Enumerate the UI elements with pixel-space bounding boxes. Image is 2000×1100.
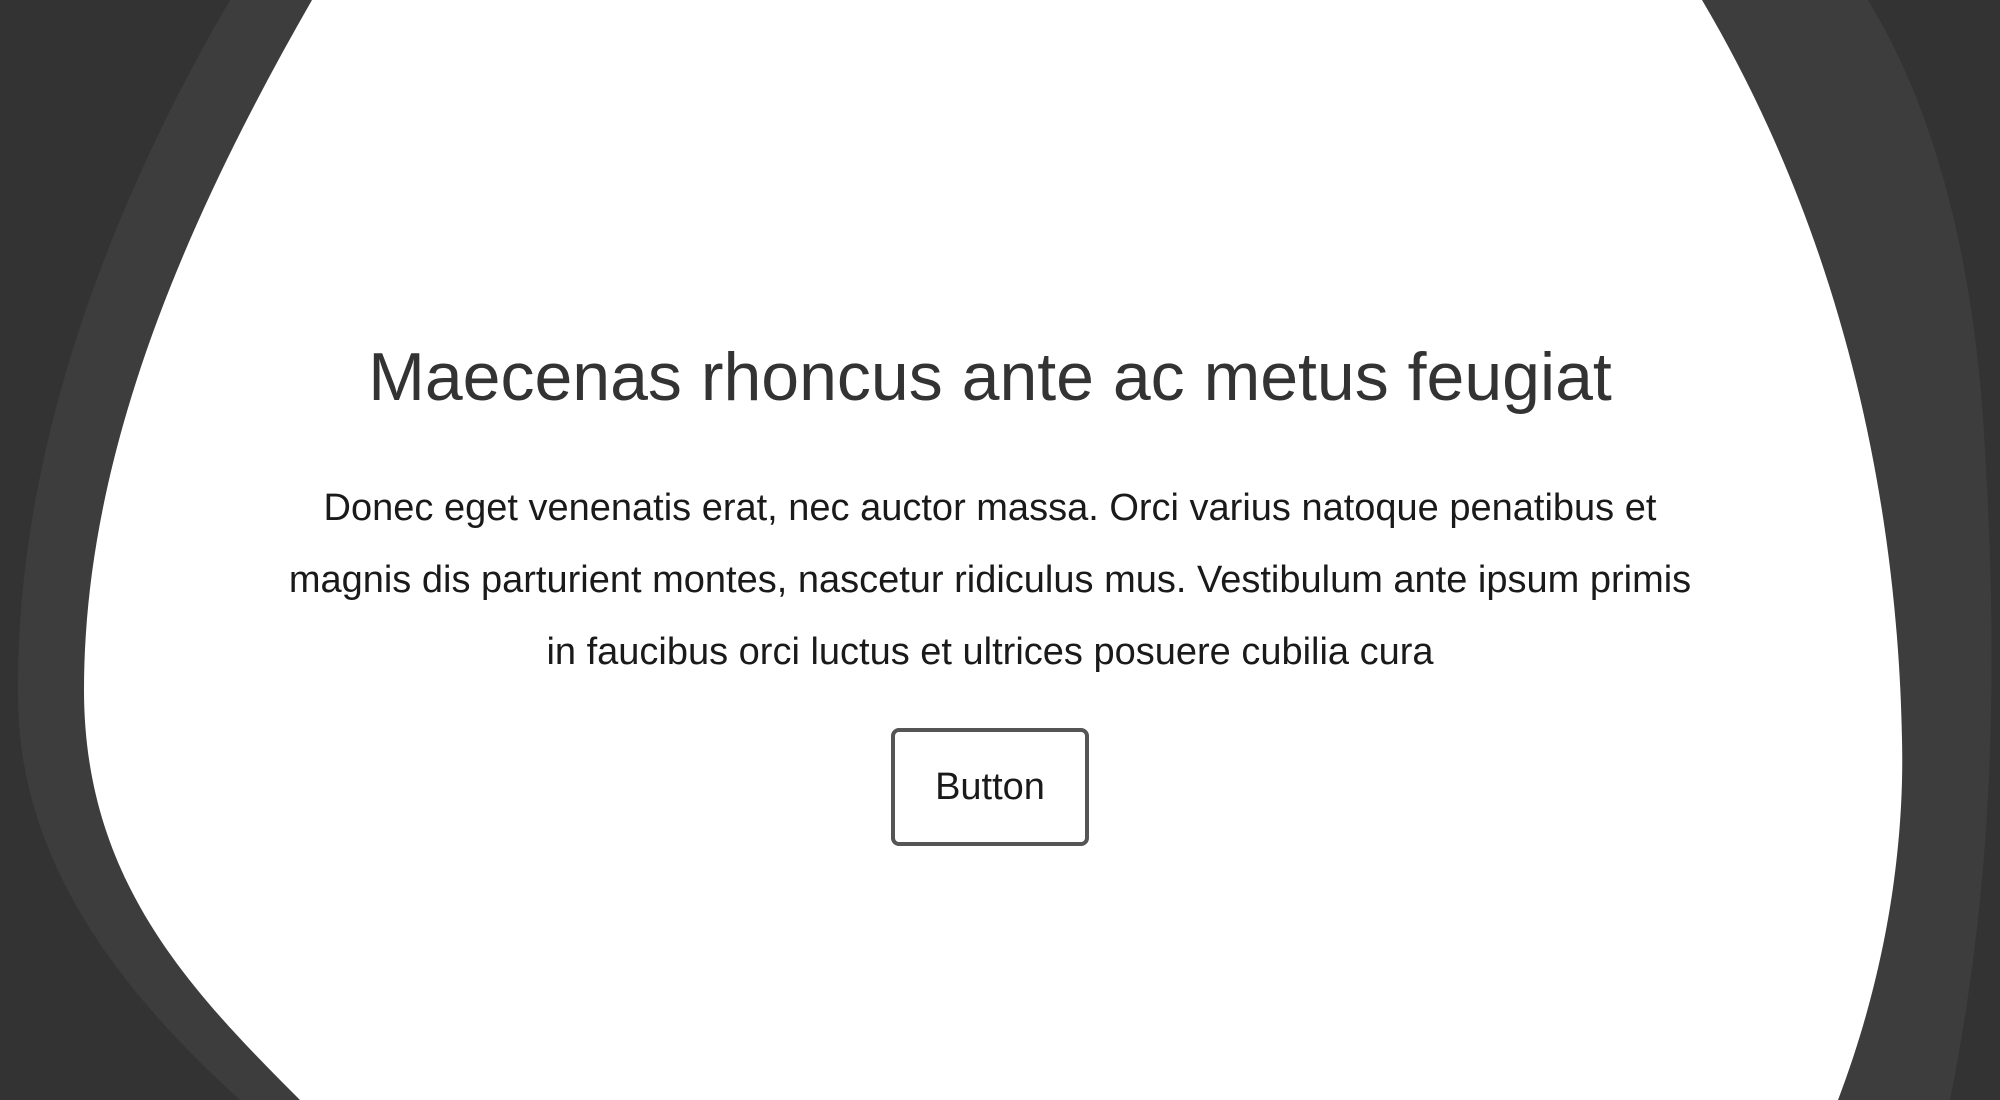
hero-description: Donec eget venenatis erat, nec auctor ma… — [288, 487, 1692, 673]
hero-title: Maecenas rhoncus ante ac metus feugiat — [368, 339, 1612, 415]
hero-section: Maecenas rhoncus ante ac metus feugiat D… — [0, 0, 2000, 1100]
primary-button[interactable]: Button — [891, 728, 1089, 846]
